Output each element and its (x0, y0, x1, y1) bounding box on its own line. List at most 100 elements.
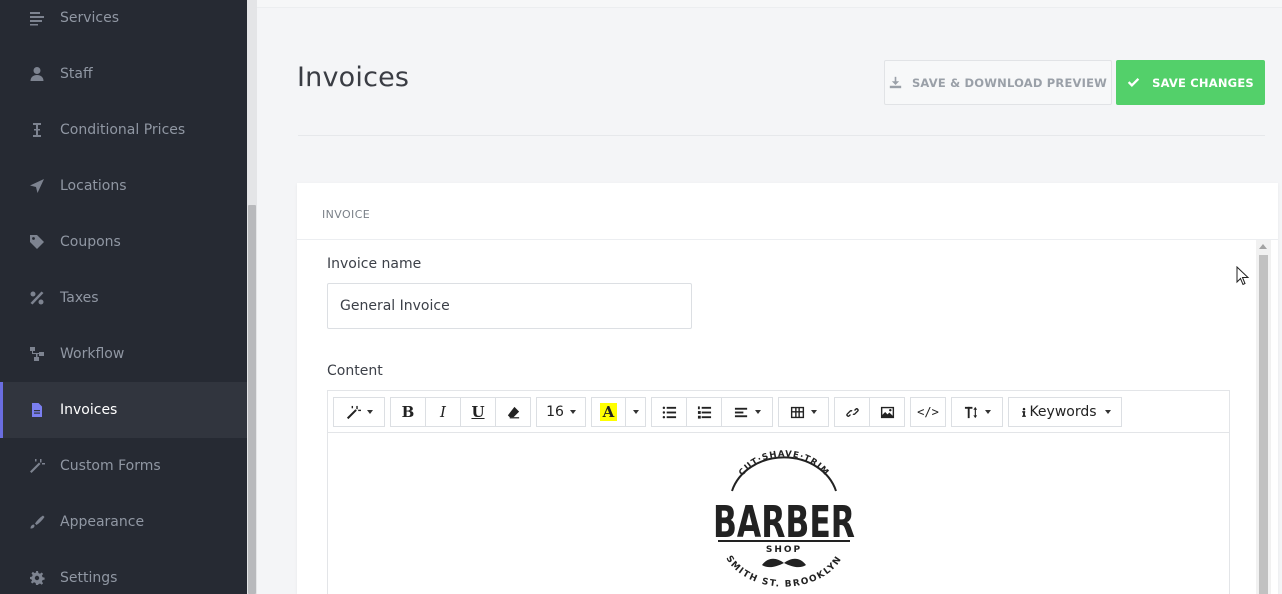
card-scrollbar-thumb[interactable] (1259, 255, 1268, 594)
sidebar-item-settings[interactable]: Settings (0, 550, 247, 594)
sidebar-item-services[interactable]: Services (0, 0, 247, 46)
save-changes-label: SAVE CHANGES (1152, 75, 1254, 90)
magic-wand-icon (28, 457, 46, 475)
invoice-card: INVOICE Invoice name Content B I U 16 A (297, 183, 1278, 594)
style-dropdown[interactable] (333, 397, 385, 427)
sitemap-icon (28, 345, 46, 363)
invoice-name-input[interactable] (327, 283, 692, 329)
numbered-list-icon (697, 405, 711, 419)
sidebar-item-label: Settings (60, 570, 118, 586)
table-dropdown[interactable] (778, 397, 829, 427)
text-style-dropdown[interactable] (951, 397, 1003, 427)
sidebar-item-label: Staff (60, 66, 93, 82)
sidebar-item-appearance[interactable]: Appearance (0, 494, 247, 550)
link-icon (845, 407, 859, 417)
clear-format-button[interactable] (495, 397, 531, 427)
chevron-down-icon (811, 410, 817, 414)
sidebar-scrollbar[interactable] (247, 0, 257, 594)
brush-icon (28, 513, 46, 531)
sidebar-item-coupons[interactable]: Coupons (0, 214, 247, 270)
font-size-value: 16 (546, 404, 564, 420)
barber-shop-logo: CUT·SHAVE·TRIM BARBER SHOP SMITH ST. BRO… (713, 449, 855, 587)
card-header: INVOICE (297, 183, 1278, 240)
content-label: Content (327, 363, 383, 379)
bullet-list-icon (662, 406, 676, 418)
header-divider (298, 135, 1265, 136)
content-editor: B I U 16 A </> Keywords CUT·SHAVE·TRIM B… (327, 390, 1230, 594)
sidebar-item-conditional-prices[interactable]: Conditional Prices (0, 102, 247, 158)
align-left-icon (734, 407, 747, 417)
highlight-color-button[interactable]: A (591, 397, 626, 427)
text-color-icon: A (599, 403, 618, 421)
mustache-icon (762, 558, 806, 568)
sidebar-item-label: Conditional Prices (60, 122, 186, 138)
logo-bottom-arc: SMITH ST. BROOKLYN (724, 554, 843, 587)
save-download-preview-label: SAVE & DOWNLOAD PREVIEW (911, 75, 1108, 90)
sidebar-item-label: Custom Forms (60, 458, 161, 474)
editor-toolbar: B I U 16 A </> Keywords (328, 391, 1229, 433)
chevron-down-icon (754, 410, 761, 414)
download-icon (889, 76, 902, 89)
sidebar-item-staff[interactable]: Staff (0, 46, 247, 102)
table-icon (790, 406, 805, 418)
sidebar-item-label: Appearance (60, 514, 145, 530)
text-cursor-icon (28, 121, 46, 139)
card-scrollbar[interactable] (1256, 240, 1271, 594)
magic-wand-icon (346, 405, 361, 419)
sidebar-item-label: Taxes (60, 290, 99, 306)
sidebar-item-label: Invoices (60, 402, 118, 418)
sidebar-item-workflow[interactable]: Workflow (0, 326, 247, 382)
svg-text:SMITH ST. BROOKLYN: SMITH ST. BROOKLYN (724, 554, 845, 587)
sidebar-item-invoices[interactable]: Invoices (0, 382, 247, 438)
gear-icon (28, 569, 46, 587)
highlight-color-dropdown[interactable] (625, 397, 646, 427)
chevron-down-icon (569, 410, 576, 414)
save-download-preview-button[interactable]: SAVE & DOWNLOAD PREVIEW (884, 60, 1112, 105)
italic-button[interactable]: I (425, 397, 461, 427)
user-icon (28, 65, 46, 83)
svg-text:CUT·SHAVE·TRIM: CUT·SHAVE·TRIM (737, 449, 831, 478)
card-title: INVOICE (322, 208, 371, 221)
unordered-list-button[interactable] (651, 397, 687, 427)
image-button[interactable] (869, 397, 905, 427)
link-button[interactable] (834, 397, 870, 427)
code-view-button[interactable]: </> (910, 397, 946, 427)
bold-icon: B (401, 403, 415, 421)
chevron-down-icon (984, 410, 991, 414)
image-icon (880, 406, 894, 418)
ordered-list-button[interactable] (686, 397, 722, 427)
sidebar-scrollbar-thumb[interactable] (248, 205, 256, 594)
logo-sub-text: SHOP (766, 545, 802, 555)
text-height-icon (964, 406, 977, 418)
check-icon (1127, 78, 1140, 87)
sidebar: Services Staff Conditional Prices Locati… (0, 0, 247, 594)
save-changes-button[interactable]: SAVE CHANGES (1116, 60, 1265, 105)
file-icon (28, 401, 46, 419)
top-strip (257, 0, 1282, 8)
page-title: Invoices (297, 62, 410, 93)
invoice-name-label: Invoice name (327, 256, 422, 272)
eraser-icon (507, 406, 519, 418)
font-size-dropdown[interactable]: 16 (536, 397, 586, 427)
bold-button[interactable]: B (390, 397, 426, 427)
sidebar-item-locations[interactable]: Locations (0, 158, 247, 214)
sidebar-item-taxes[interactable]: Taxes (0, 270, 247, 326)
scroll-up-arrow-icon[interactable] (1259, 244, 1267, 249)
chevron-down-icon (366, 410, 373, 414)
underline-button[interactable]: U (460, 397, 496, 427)
align-dropdown[interactable] (721, 397, 773, 427)
sidebar-item-label: Locations (60, 178, 127, 194)
chevron-down-icon (1104, 410, 1111, 414)
sidebar-item-label: Workflow (60, 346, 125, 362)
underline-icon: U (471, 403, 485, 421)
keywords-label: Keywords (1029, 404, 1097, 420)
tag-icon (28, 233, 46, 251)
percent-icon (28, 289, 46, 307)
chevron-down-icon (632, 410, 639, 414)
list-icon (28, 9, 46, 27)
sidebar-item-custom-forms[interactable]: Custom Forms (0, 438, 247, 494)
sidebar-item-label: Coupons (60, 234, 121, 250)
logo-top-arc: CUT·SHAVE·TRIM (737, 449, 830, 478)
keywords-dropdown[interactable]: Keywords (1008, 397, 1122, 427)
info-icon (1022, 407, 1027, 417)
